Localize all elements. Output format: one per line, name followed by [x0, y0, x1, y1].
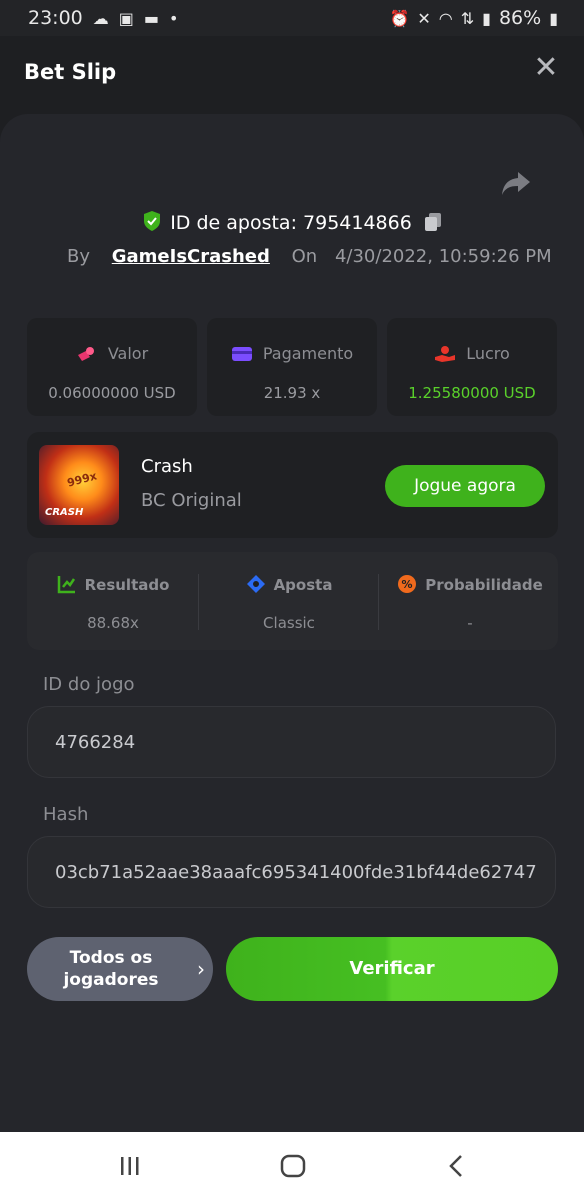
back-icon[interactable] — [446, 1154, 466, 1178]
verify-button[interactable]: Verificar — [226, 937, 558, 1001]
user-link[interactable]: GameIsCrashed — [112, 246, 270, 267]
game-card: 999x CRASH Crash BC Original Jogue agora — [27, 432, 558, 538]
stat-label: Pagamento — [262, 344, 354, 363]
all-players-label: Todos os jogadores — [63, 948, 159, 990]
share-icon[interactable] — [500, 170, 532, 198]
chevron-right-icon: › — [197, 957, 205, 981]
result-probabilidade: % Probabilidade - — [379, 552, 561, 650]
shield-check-icon — [144, 211, 161, 231]
dot-icon: • — [169, 8, 179, 28]
signal-icon: ▮ — [482, 8, 491, 28]
close-icon[interactable]: ✕ — [532, 53, 560, 83]
battery-percent: 86% — [498, 7, 542, 29]
stat-label: Valor — [107, 344, 149, 363]
cloud-icon: ☁ — [92, 8, 109, 28]
chart-check-icon — [57, 576, 75, 594]
stat-lucro: Lucro 1.25580000 USD — [387, 318, 557, 416]
game-id-field[interactable]: 4766284 — [27, 706, 556, 778]
stat-pagamento: Pagamento 21.93 x — [207, 318, 377, 416]
copy-icon[interactable] — [424, 212, 442, 232]
stat-value: 1.25580000 USD — [408, 384, 536, 402]
hash-label: Hash — [43, 804, 89, 825]
thumb-multiplier: 999x — [65, 469, 99, 490]
play-now-button[interactable]: Jogue agora — [385, 465, 545, 507]
result-value: - — [467, 614, 473, 632]
alarm-icon: ⏰ — [389, 8, 410, 28]
stat-valor: Valor 0.06000000 USD — [27, 318, 197, 416]
home-icon[interactable] — [280, 1154, 306, 1178]
status-bar: 23:00 ☁ ▣ ▬ • ⏰ ✕ ◠ ⇅ ▮ 86% ▮ — [0, 0, 584, 36]
by-label: By — [67, 246, 91, 267]
bet-meta-row: By GameIsCrashed On 4/30/2022, 10:59:26 … — [67, 246, 552, 267]
game-thumbnail[interactable]: 999x CRASH — [39, 445, 119, 525]
wifi-icon: ◠ — [438, 8, 453, 28]
game-name: Crash — [141, 456, 193, 477]
all-players-button[interactable]: Todos os jogadores › — [27, 937, 213, 1001]
stat-value: 21.93 x — [263, 384, 321, 402]
network-icon: ⇅ — [460, 8, 475, 28]
game-id-label: ID do jogo — [43, 674, 135, 695]
status-time: 23:00 — [28, 7, 83, 29]
coins-icon — [77, 347, 94, 361]
dialog-title: Bet Slip — [24, 60, 117, 84]
profit-hand-icon — [435, 346, 456, 362]
recent-apps-icon[interactable] — [118, 1154, 142, 1178]
bet-id-text: ID de aposta: 795414866 — [170, 212, 412, 234]
bet-slip-panel: ID de aposta: 795414866 By GameIsCrashed… — [0, 114, 584, 1132]
result-label: Aposta — [273, 576, 333, 594]
on-label: On — [291, 246, 318, 267]
bet-datetime: 4/30/2022, 10:59:26 PM — [334, 246, 552, 267]
hash-field[interactable]: 03cb71a52aae38aaafc695341400fde31bf44de6… — [27, 836, 556, 908]
result-panel: Resultado 88.68x Aposta Classic % Probab… — [27, 552, 558, 650]
result-resultado: Resultado 88.68x — [27, 552, 199, 650]
chat-icon: ▬ — [143, 8, 160, 28]
mute-icon: ✕ — [417, 8, 431, 28]
stat-value: 0.06000000 USD — [48, 384, 176, 402]
dialog-header: Bet Slip ✕ — [0, 36, 584, 114]
result-label: Probabilidade — [425, 576, 543, 594]
stat-label: Lucro — [466, 344, 510, 363]
bet-id-row: ID de aposta: 795414866 — [0, 210, 584, 234]
image-icon: ▣ — [118, 8, 134, 28]
result-label: Resultado — [84, 576, 170, 594]
system-nav-bar — [0, 1132, 584, 1200]
result-value: 88.68x — [87, 614, 139, 632]
battery-icon: ▮ — [549, 8, 558, 28]
svg-text:%: % — [402, 578, 413, 591]
diamond-icon — [246, 575, 265, 593]
result-aposta: Aposta Classic — [199, 552, 379, 650]
percent-icon: % — [398, 575, 417, 593]
thumb-label: CRASH — [45, 507, 84, 518]
wallet-icon — [231, 347, 252, 361]
result-value: Classic — [263, 614, 315, 632]
game-subtitle: BC Original — [141, 490, 242, 511]
